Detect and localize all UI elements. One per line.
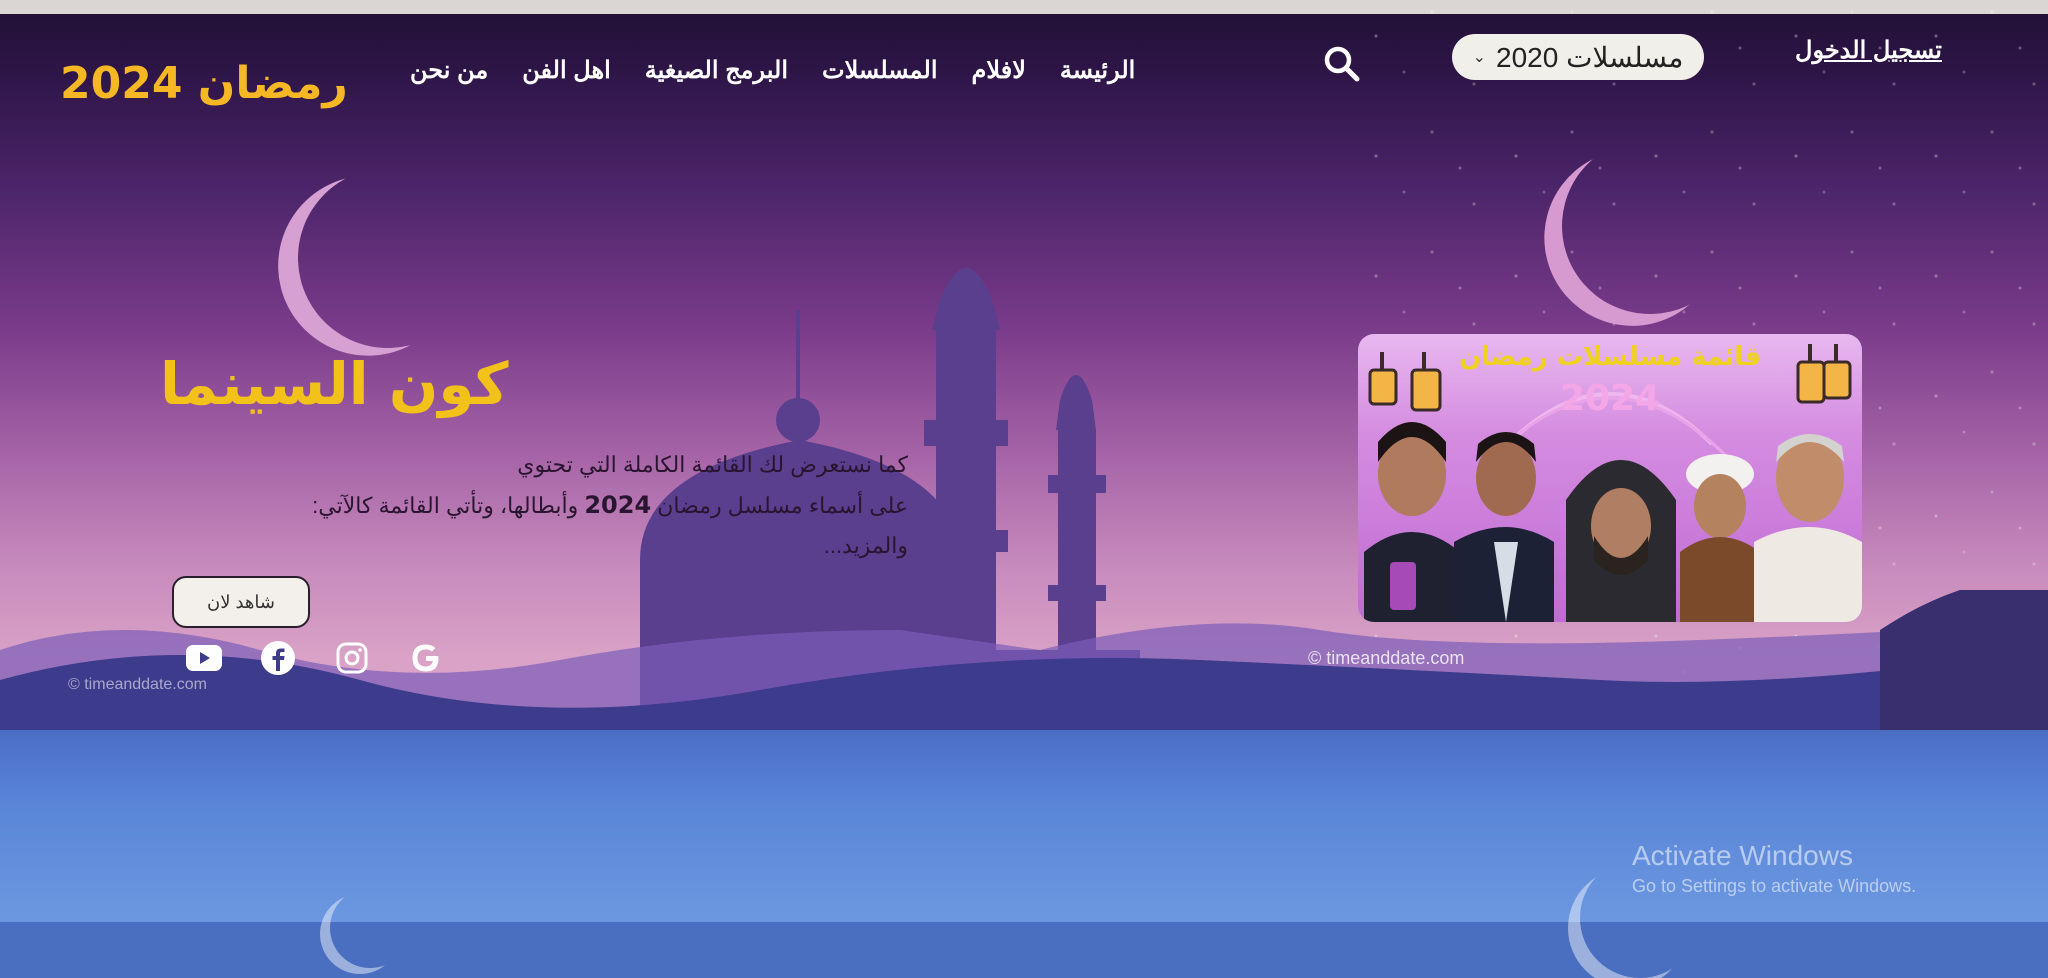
watermark-left: © timeanddate.com bbox=[68, 676, 207, 693]
actor-portrait-3 bbox=[1566, 460, 1676, 622]
hero-description: كما نستعرض لك القائمة الكاملة التي تحتوي… bbox=[168, 445, 908, 566]
search-icon[interactable] bbox=[1322, 44, 1362, 84]
hero-title: كون السينما bbox=[160, 350, 509, 418]
series-poster-card[interactable]: قائمة مسلسلات رمضان 2024 bbox=[1358, 334, 1862, 622]
nav-item-about[interactable]: من نحن bbox=[410, 56, 488, 96]
series-year-select[interactable]: مسلسلات 2020 ⌄ bbox=[1452, 34, 1704, 80]
google-icon[interactable] bbox=[408, 640, 444, 676]
activate-windows-notice: Activate Windows Go to Settings to activ… bbox=[1632, 840, 1916, 897]
hero-desc-line3: والمزيد... bbox=[823, 533, 908, 558]
nav-item-summer-programs[interactable]: البرمج الصيغية bbox=[645, 56, 788, 96]
login-link[interactable]: تسجيل الدخول bbox=[1795, 36, 1942, 65]
youtube-icon[interactable] bbox=[186, 640, 222, 676]
facebook-icon[interactable] bbox=[260, 640, 296, 676]
brand-logo-text[interactable]: رمضان 2024 bbox=[60, 58, 348, 109]
actor-portrait-4 bbox=[1680, 454, 1760, 622]
social-links bbox=[186, 640, 444, 676]
actor-portrait-5 bbox=[1754, 434, 1862, 622]
actor-portrait-1 bbox=[1364, 422, 1460, 622]
watch-now-button[interactable]: شاهد لان bbox=[172, 576, 310, 628]
chevron-down-icon: ⌄ bbox=[1472, 49, 1487, 66]
nav-links: الرئيسة لافلام المسلسلات البرمج الصيغية … bbox=[410, 56, 1135, 96]
nav-item-artists[interactable]: اهل الفن bbox=[522, 56, 611, 96]
instagram-icon[interactable] bbox=[334, 640, 370, 676]
hero-desc-line1: كما نستعرض لك القائمة الكاملة التي تحتوي bbox=[517, 452, 908, 477]
series-year-select-value: مسلسلات 2020 bbox=[1496, 41, 1684, 73]
nav-item-home[interactable]: الرئيسة bbox=[1060, 56, 1135, 96]
hero-desc-line2-pre: على أسماء مسلسل رمضان bbox=[651, 493, 908, 518]
top-navbar: رمضان 2024 الرئيسة لافلام المسلسلات البر… bbox=[0, 14, 2048, 134]
nav-item-series[interactable]: المسلسلات bbox=[822, 56, 938, 96]
crescent-moon-left bbox=[273, 143, 504, 374]
activate-windows-title: Activate Windows bbox=[1632, 840, 1853, 871]
activate-windows-subtitle: Go to Settings to activate Windows. bbox=[1632, 876, 1917, 896]
crescent-moon-lower-left bbox=[330, 888, 410, 968]
actor-portrait-2 bbox=[1454, 432, 1554, 622]
hero-desc-line2-post: وأبطالها، وتأتي القائمة كالآتي: bbox=[312, 493, 585, 518]
hero-desc-year: 2024 bbox=[584, 491, 652, 519]
nav-item-movies[interactable]: لافلام bbox=[972, 56, 1026, 96]
hero-desc-line2: على أسماء مسلسل رمضان 2024 وأبطالها، وتأ… bbox=[312, 491, 908, 519]
watermark-right: © timeanddate.com bbox=[1308, 648, 1465, 668]
hero-section: كون السينما كما نستعرض لك القائمة الكامل… bbox=[0, 0, 2048, 730]
poster-title: قائمة مسلسلات رمضان bbox=[1459, 342, 1761, 372]
